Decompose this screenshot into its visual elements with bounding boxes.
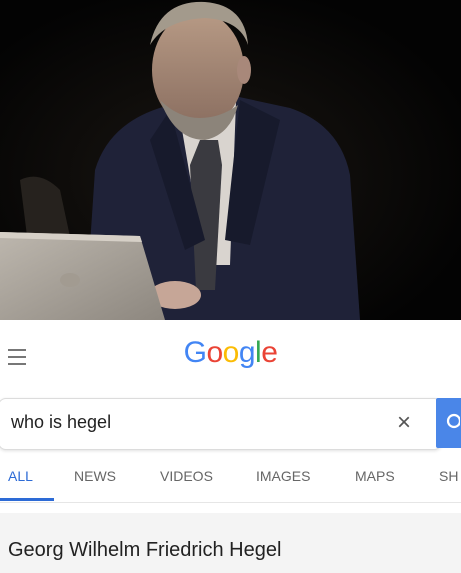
logo-letter: G xyxy=(183,336,207,369)
tab-shopping[interactable]: SH xyxy=(439,468,458,484)
knowledge-panel: Georg Wilhelm Friedrich Hegel xyxy=(0,513,461,573)
clear-icon[interactable]: × xyxy=(397,409,411,437)
search-button[interactable] xyxy=(436,398,461,448)
tab-videos[interactable]: VIDEOS xyxy=(160,468,213,484)
search-input[interactable] xyxy=(11,412,371,433)
logo-letter: g xyxy=(238,336,256,369)
tab-maps[interactable]: MAPS xyxy=(355,468,395,484)
search-icon xyxy=(446,413,460,429)
result-title[interactable]: Georg Wilhelm Friedrich Hegel xyxy=(8,539,281,562)
active-tab-indicator xyxy=(0,498,54,501)
search-tabs: ALL NEWS VIDEOS IMAGES MAPS SH xyxy=(0,456,461,503)
photo-illustration xyxy=(0,0,461,320)
tab-images[interactable]: IMAGES xyxy=(256,468,310,484)
logo-letter: o xyxy=(206,336,223,369)
search-box: × xyxy=(0,398,442,450)
tab-news[interactable]: NEWS xyxy=(74,468,116,484)
tab-all[interactable]: ALL xyxy=(8,468,33,484)
logo-letter: o xyxy=(222,336,240,369)
google-logo[interactable]: Google xyxy=(0,336,461,370)
photo-man-at-laptop xyxy=(0,0,461,320)
logo-letter: e xyxy=(261,336,278,369)
google-header: Google xyxy=(0,320,461,392)
